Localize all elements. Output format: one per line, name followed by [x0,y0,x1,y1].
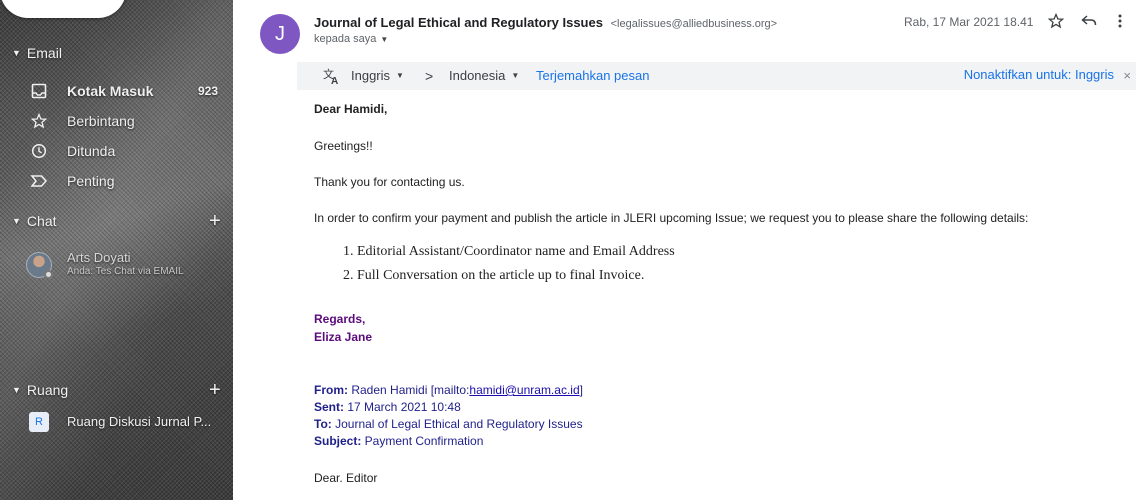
translate-icon: 文 A [322,66,342,87]
list-item: 1. Editorial Assistant/Coordinator name … [343,244,675,259]
quote-subject-label: Subject: [314,434,362,448]
quote-sent-line: Sent: 17 March 2021 10:48 [314,400,461,414]
sidebar-item-starred[interactable]: Berbintang [0,107,233,135]
chat-contact-name: Arts Doyati [67,250,131,265]
caret-down-icon: ▼ [12,216,21,226]
chat-contact-subtitle: Anda: Tes Chat via EMAIL [67,266,184,277]
clock-icon [30,142,48,160]
sidebar-item-snoozed[interactable]: Ditunda [0,137,233,165]
sidebar-item-label: Kotak Masuk [67,83,154,99]
compose-button[interactable] [0,0,126,18]
quote-to-line: To: Journal of Legal Ethical and Regulat… [314,417,583,431]
section-email-label: Email [26,45,62,61]
important-icon [30,172,48,190]
inbox-count: 923 [197,84,218,98]
translate-message-link[interactable]: Terjemahkan pesan [536,68,649,83]
quote-subject-line: Subject: Payment Confirmation [314,434,483,448]
room-badge: R [29,412,49,432]
sidebar-item-important[interactable]: Penting [0,167,233,195]
quote-to-value: Journal of Legal Ethical and Regulatory … [331,417,583,431]
quote-from-label: From: [314,383,348,397]
star-icon [30,112,48,130]
message-date: Rab, 17 Mar 2021 18.41 [904,15,1034,29]
target-language: Indonesia [449,68,506,83]
regards-text: Regards, [314,312,366,326]
sidebar-item-label: Penting [67,173,115,189]
caret-down-icon: ▼ [511,71,520,80]
star-icon[interactable] [1045,10,1067,32]
caret-down-icon: ▼ [12,48,21,58]
sidebar: ▼ Email Kotak Masuk 923 Berbintang Ditun… [0,0,233,500]
source-language: Inggris [351,68,391,83]
sidebar-item-label: Berbintang [67,113,135,129]
room-item[interactable]: R Ruang Diskusi Jurnal P... [0,410,233,436]
quote-from-line: From: Raden Hamidi [mailto:hamidi@unram.… [314,383,583,397]
sidebar-item-inbox[interactable]: Kotak Masuk 923 [0,77,233,105]
greeting: Greetings!! [314,139,373,153]
salutation: Dear Hamidi, [314,102,388,116]
sender-name: Journal of Legal Ethical and Regulatory … [314,15,603,30]
quote-from-end: ] [579,383,583,397]
sender-email: <legalissues@alliedbusiness.org> [610,18,778,30]
chat-contact[interactable]: Arts Doyati Anda: Tes Chat via EMAIL [0,250,233,286]
sender-line: Journal of Legal Ethical and Regulatory … [314,15,777,30]
new-chat-plus-icon[interactable]: + [209,211,221,231]
close-icon[interactable]: × [1123,68,1131,83]
arrow-right-icon: > [425,68,434,84]
more-vert-icon[interactable] [1109,10,1131,32]
caret-down-icon: ▼ [380,34,389,44]
section-email-header[interactable]: ▼ Email [12,44,62,62]
sidebar-item-label: Ditunda [67,143,116,159]
quote-sent-label: Sent: [314,400,344,414]
quote-from-email-link[interactable]: hamidi@unram.ac.id [469,383,579,397]
source-language-select[interactable]: Inggris ▼ [351,68,404,83]
message-view: J Journal of Legal Ethical and Regulator… [233,0,1136,500]
request-text: In order to confirm your payment and pub… [314,211,1029,225]
target-language-select[interactable]: Indonesia ▼ [449,68,519,83]
recipient-dropdown[interactable]: kepada saya ▼ [314,33,388,45]
closing-text: Dear. Editor [314,471,378,485]
disable-translation-link[interactable]: Nonaktifkan untuk: Inggris [964,67,1114,82]
quote-from-value: Raden Hamidi [mailto: [348,383,470,397]
section-rooms-label: Ruang [26,382,69,398]
svg-text:A: A [331,76,338,86]
list-item: 2. Full Conversation on the article up t… [343,268,645,283]
section-chat-header[interactable]: ▼ Chat [12,212,57,230]
quote-sent-value: 17 March 2021 10:48 [344,400,461,414]
sender-avatar[interactable]: J [260,14,300,54]
signature-name: Eliza Jane [314,330,373,344]
new-room-plus-icon[interactable]: + [209,380,221,400]
caret-down-icon: ▼ [396,71,404,80]
quote-to-label: To: [314,417,332,431]
section-rooms-header[interactable]: ▼ Ruang [12,381,68,399]
thanks-text: Thank you for contacting us. [314,175,465,189]
translate-bar: 文 A Inggris ▼ > Indonesia ▼ Terjemahkan … [297,62,1136,90]
status-dot-icon [44,270,53,279]
reply-icon[interactable] [1078,10,1100,32]
room-label: Ruang Diskusi Jurnal P... [67,414,212,429]
recipient-label: kepada saya [314,33,377,45]
inbox-icon [30,82,48,100]
caret-down-icon: ▼ [12,385,21,395]
section-chat-label: Chat [26,213,57,229]
quote-subject-value: Payment Confirmation [361,434,484,448]
